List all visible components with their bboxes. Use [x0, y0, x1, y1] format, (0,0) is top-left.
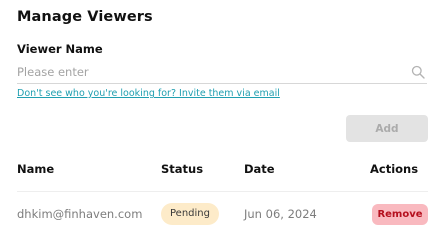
viewer-name-field: [17, 61, 427, 84]
table-header-divider: [17, 191, 428, 192]
viewer-date: Jun 06, 2024: [244, 207, 317, 221]
viewer-name-input[interactable]: [17, 63, 402, 81]
viewer-name-label: Viewer Name: [17, 42, 103, 56]
page-title: Manage Viewers: [17, 9, 153, 25]
status-badge: Pending: [161, 203, 219, 225]
invite-via-email-link[interactable]: Don't see who you're looking for? Invite…: [17, 88, 280, 99]
search-icon[interactable]: [411, 64, 425, 79]
column-header-name: Name: [17, 162, 55, 176]
remove-button[interactable]: Remove: [372, 204, 428, 225]
viewer-email: dhkim@finhaven.com: [17, 207, 143, 221]
column-header-status: Status: [161, 162, 204, 176]
add-viewer-button[interactable]: Add: [346, 115, 428, 142]
column-header-actions: Actions: [370, 162, 419, 176]
column-header-date: Date: [244, 162, 275, 176]
